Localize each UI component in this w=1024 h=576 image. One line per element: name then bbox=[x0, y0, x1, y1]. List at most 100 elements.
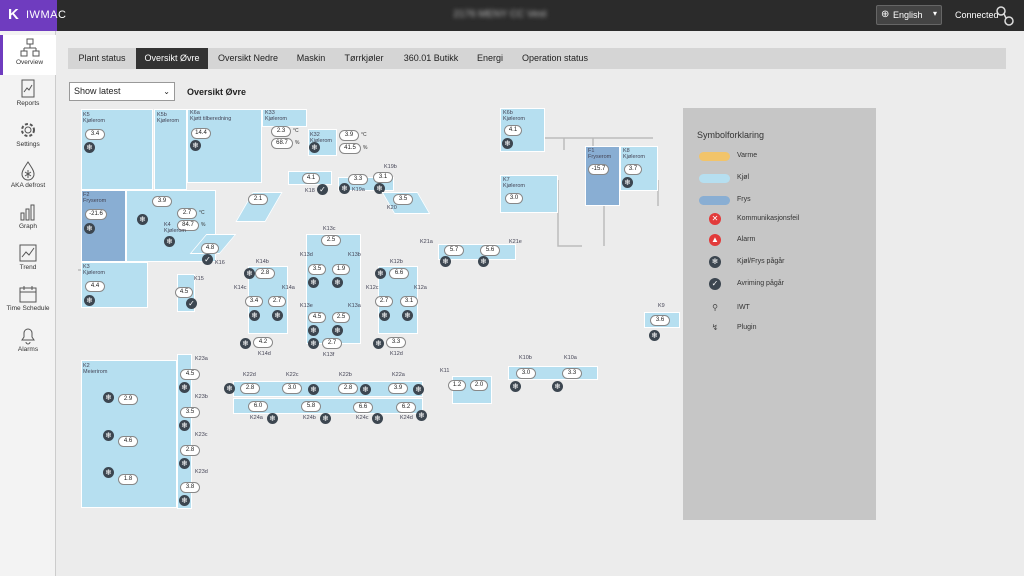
nav-alarms[interactable]: Alarms bbox=[0, 322, 56, 362]
snowflake-icon[interactable]: ❄ bbox=[179, 495, 190, 506]
temp-reading: 5.6 bbox=[480, 245, 500, 256]
defrost-icon[interactable]: ✓ bbox=[317, 184, 328, 195]
legend-item-kjol-frys: ❄ Kjøl/Frys pågår bbox=[699, 256, 869, 270]
snowflake-icon[interactable]: ❄ bbox=[103, 430, 114, 441]
snowflake-icon[interactable]: ❄ bbox=[103, 467, 114, 478]
tab-torrkjoler[interactable]: Tørrkjøler bbox=[334, 48, 394, 69]
snowflake-icon[interactable]: ❄ bbox=[84, 295, 95, 306]
temp-reading: 3.9 bbox=[339, 130, 359, 141]
temp-reading: 4.5 bbox=[180, 369, 200, 380]
nav-time-schedule[interactable]: Time Schedule bbox=[0, 281, 56, 321]
temp-reading: 4.4 bbox=[85, 281, 105, 292]
temp-reading: 5.8 bbox=[301, 401, 321, 412]
iwt-icon: ⚲ bbox=[712, 303, 718, 312]
temp-reading: 4.6 bbox=[118, 436, 138, 447]
defrost-icon[interactable]: ✓ bbox=[186, 298, 197, 309]
snowflake-icon[interactable]: ❄ bbox=[649, 330, 660, 341]
defrost-icon: ✓ bbox=[709, 278, 721, 290]
snowflake-icon[interactable]: ❄ bbox=[320, 413, 331, 424]
snowflake-icon[interactable]: ❄ bbox=[309, 142, 320, 153]
snowflake-icon[interactable]: ❄ bbox=[272, 310, 283, 321]
brand-logo[interactable]: K IWMAC bbox=[0, 0, 66, 31]
snowflake-icon[interactable]: ❄ bbox=[552, 381, 563, 392]
snowflake-icon[interactable]: ❄ bbox=[164, 236, 175, 247]
legend-item-frys: Frys bbox=[699, 194, 869, 208]
snowflake-icon[interactable]: ❄ bbox=[308, 338, 319, 349]
snowflake-icon[interactable]: ❄ bbox=[502, 138, 513, 149]
nav-graph[interactable]: Graph bbox=[0, 199, 56, 239]
legend-title: Symbolforklaring bbox=[697, 130, 765, 140]
snowflake-icon[interactable]: ❄ bbox=[137, 214, 148, 225]
snowflake-icon[interactable]: ❄ bbox=[249, 310, 260, 321]
snowflake-icon[interactable]: ❄ bbox=[244, 268, 255, 279]
language-select[interactable]: ⊕ English ▾ bbox=[876, 5, 942, 25]
legend-swatch bbox=[699, 196, 730, 205]
legend-swatch bbox=[699, 152, 730, 161]
snowflake-icon[interactable]: ❄ bbox=[308, 325, 319, 336]
snowflake-icon[interactable]: ❄ bbox=[416, 410, 427, 421]
temp-reading: 2.5 bbox=[321, 235, 341, 246]
snowflake-icon[interactable]: ❄ bbox=[240, 338, 251, 349]
view-title: Oversikt Øvre bbox=[187, 87, 247, 97]
connection-status: Connected bbox=[955, 10, 999, 20]
snowflake-icon[interactable]: ❄ bbox=[413, 384, 424, 395]
temp-reading: 3.0 bbox=[505, 193, 523, 204]
snowflake-icon[interactable]: ❄ bbox=[179, 458, 190, 469]
snowflake-icon[interactable]: ❄ bbox=[308, 277, 319, 288]
snowflake-icon[interactable]: ❄ bbox=[372, 413, 383, 424]
show-latest-select[interactable]: Show latest ⌄ bbox=[69, 82, 175, 101]
snowflake-icon[interactable]: ❄ bbox=[379, 310, 390, 321]
temp-reading: 5.7 bbox=[444, 245, 464, 256]
alarm-icon: ▲ bbox=[709, 234, 721, 246]
snowflake-icon[interactable]: ❄ bbox=[308, 384, 319, 395]
tab-maskin[interactable]: Maskin bbox=[288, 48, 334, 69]
room-k2[interactable] bbox=[81, 360, 177, 508]
temp-reading: 2.8 bbox=[180, 445, 200, 456]
temp-reading: 2.7 bbox=[268, 296, 286, 307]
snowflake-icon[interactable]: ❄ bbox=[478, 256, 489, 267]
tab-energi[interactable]: Energi bbox=[468, 48, 512, 69]
nav-aka-defrost[interactable]: AKA defrost bbox=[0, 158, 56, 198]
snowflake-icon[interactable]: ❄ bbox=[622, 177, 633, 188]
tab-plant-status[interactable]: Plant status bbox=[68, 48, 136, 69]
snowflake-icon[interactable]: ❄ bbox=[402, 310, 413, 321]
temp-reading: 3.4 bbox=[245, 296, 263, 307]
snowflake-icon[interactable]: ❄ bbox=[84, 223, 95, 234]
nav-overview[interactable]: Overview bbox=[0, 35, 56, 75]
snowflake-icon[interactable]: ❄ bbox=[179, 382, 190, 393]
snowflake-icon[interactable]: ❄ bbox=[267, 413, 278, 424]
temp-reading: 2.5 bbox=[332, 312, 350, 323]
temp-reading: 4.5 bbox=[308, 312, 326, 323]
snowflake-icon[interactable]: ❄ bbox=[339, 183, 350, 194]
nav-trend[interactable]: Trend bbox=[0, 240, 56, 280]
legend-item-alarm: ▲ Alarm bbox=[699, 234, 869, 248]
snowflake-icon[interactable]: ❄ bbox=[440, 256, 451, 267]
floor-map: K5 Kjølerom 3.4 ❄ K5b Kjølerom K6a Kjøtt ti… bbox=[68, 104, 680, 524]
snowflake-icon[interactable]: ❄ bbox=[190, 140, 201, 151]
snowflake-icon[interactable]: ❄ bbox=[373, 338, 384, 349]
snowflake-icon[interactable]: ❄ bbox=[332, 325, 343, 336]
temp-reading: 6.0 bbox=[248, 401, 268, 412]
snowflake-icon[interactable]: ❄ bbox=[179, 420, 190, 431]
tab-butikk[interactable]: 360.01 Butikk bbox=[394, 48, 468, 69]
snowflake-icon[interactable]: ❄ bbox=[103, 392, 114, 403]
bar-graph-icon bbox=[20, 204, 35, 221]
connection-icon[interactable] bbox=[994, 5, 1016, 27]
temp-reading: 2.3 bbox=[271, 126, 291, 137]
tab-oversikt-ovre[interactable]: Oversikt Øvre bbox=[136, 48, 208, 69]
temp-reading: 3.5 bbox=[393, 194, 413, 205]
snowflake-icon[interactable]: ❄ bbox=[224, 383, 235, 394]
gear-icon bbox=[21, 123, 35, 137]
snowflake-icon[interactable]: ❄ bbox=[360, 384, 371, 395]
snowflake-icon[interactable]: ❄ bbox=[84, 142, 95, 153]
tab-oversikt-nedre[interactable]: Oversikt Nedre bbox=[208, 48, 288, 69]
defrost-icon[interactable]: ✓ bbox=[202, 254, 213, 265]
snowflake-icon[interactable]: ❄ bbox=[375, 268, 386, 279]
nav-reports[interactable]: Reports bbox=[0, 76, 56, 116]
snowflake-icon[interactable]: ❄ bbox=[332, 277, 343, 288]
snowflake-icon[interactable]: ❄ bbox=[510, 381, 521, 392]
temp-reading: 3.1 bbox=[373, 172, 393, 183]
tab-operation-status[interactable]: Operation status bbox=[512, 48, 598, 69]
sidebar: Overview Reports Settings AKA defrost Gr… bbox=[0, 31, 56, 576]
nav-settings[interactable]: Settings bbox=[0, 117, 56, 157]
